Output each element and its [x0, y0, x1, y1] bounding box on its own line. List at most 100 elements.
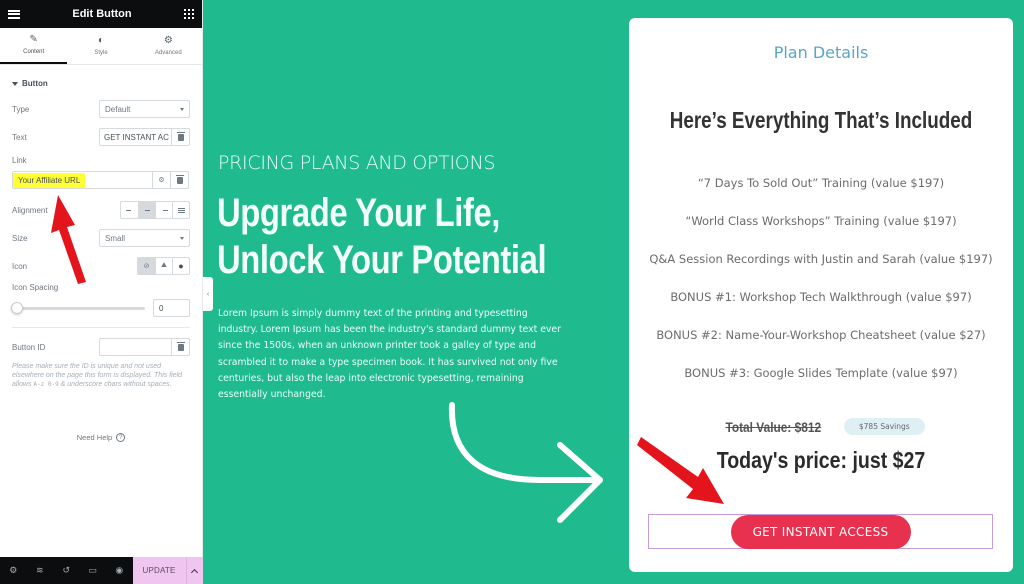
headline-line-1: Upgrade Your Life, — [217, 191, 501, 235]
hero-eyebrow: PRICING PLANS AND OPTIONS — [218, 152, 496, 174]
icon-none-button[interactable]: ⊘ — [138, 258, 155, 274]
feature-item: BONUS #1: Workshop Tech Walkthrough (val… — [670, 290, 972, 304]
database-icon — [176, 131, 185, 141]
align-left-icon — [126, 208, 133, 213]
icon-group: ⊘ ⛰ ● — [137, 257, 190, 275]
hamburger-menu-icon[interactable] — [8, 9, 20, 19]
help-icon: ? — [116, 433, 126, 442]
chevron-left-icon: ‹ — [206, 290, 210, 298]
tab-advanced[interactable]: ⚙ Advanced — [135, 28, 202, 64]
panel-footer: ⚙ ≋ ↺ ▭ ◉ UPDATE — [0, 557, 203, 584]
link-label-row: Link — [0, 156, 202, 165]
text-value: GET INSTANT AC — [104, 132, 169, 142]
icon-label: Icon — [12, 261, 28, 271]
link-value: Your Affiliate URL — [13, 172, 152, 188]
section-title: Button — [22, 79, 48, 88]
panel-tabs: ✎ Content ◐ Style ⚙ Advanced — [0, 28, 202, 65]
need-help-label: Need Help — [76, 433, 113, 442]
feature-list: “7 Days To Sold Out” Training (value $19… — [629, 176, 1013, 404]
chevron-down-icon — [180, 107, 184, 111]
layers-icon[interactable]: ≋ — [27, 557, 54, 584]
type-select[interactable]: Default — [99, 100, 190, 118]
alignment-row: Alignment — [0, 201, 202, 219]
plan-card: Plan Details Here’s Everything That’s In… — [629, 18, 1013, 572]
tab-style[interactable]: ◐ Style — [67, 28, 134, 64]
hero-headline: Upgrade Your Life, Unlock Your Potential — [217, 190, 547, 284]
button-id-input[interactable] — [99, 338, 190, 356]
dynamic-tags-button[interactable] — [170, 172, 188, 188]
need-help-link[interactable]: Need Help ? — [0, 433, 202, 442]
savings-badge: $785 Savings — [843, 418, 925, 435]
link-label: Link — [12, 156, 27, 165]
note-code: A-z 0-9 — [33, 381, 59, 388]
responsive-icon[interactable]: ▭ — [80, 557, 107, 584]
chevron-up-icon — [190, 568, 199, 576]
editor-panel: Edit Button ✎ Content ◐ Style ⚙ Advanced… — [0, 0, 203, 584]
save-options-button[interactable] — [185, 557, 203, 584]
align-right-icon — [161, 208, 168, 213]
align-left-button[interactable] — [121, 202, 138, 218]
tab-content-label: Content — [23, 49, 45, 55]
curved-arrow-icon — [448, 402, 603, 523]
chevron-down-icon — [180, 236, 184, 240]
database-icon — [175, 174, 184, 184]
link-input[interactable]: Your Affiliate URL ⚙ — [12, 171, 189, 189]
align-right-button[interactable] — [155, 202, 172, 218]
icon-upload-button[interactable]: ⛰ — [155, 258, 172, 274]
panel-header: Edit Button — [0, 0, 202, 28]
button-id-note: Please make sure the ID is unique and no… — [0, 356, 202, 389]
link-options-button[interactable]: ⚙ — [152, 172, 170, 188]
cta-widget-outline: GET INSTANT ACCESS — [648, 514, 993, 549]
settings-icon[interactable]: ⚙ — [0, 557, 27, 584]
tab-advanced-label: Advanced — [154, 50, 182, 56]
feature-item: BONUS #3: Google Slides Template (value … — [684, 366, 958, 380]
headline-line-2: Unlock Your Potential — [217, 238, 547, 282]
icon-spacing-slider[interactable] — [11, 301, 145, 314]
link-highlight: Your Affiliate URL — [13, 172, 86, 188]
get-instant-access-button[interactable]: GET INSTANT ACCESS — [730, 514, 911, 549]
divider — [12, 327, 190, 328]
tab-content[interactable]: ✎ Content — [0, 28, 68, 64]
feature-item: Q&A Session Recordings with Justin and S… — [649, 252, 993, 266]
size-value: Small — [105, 233, 126, 243]
ban-icon: ⊘ — [143, 263, 150, 270]
alignment-group — [120, 201, 190, 219]
align-justify-button[interactable] — [172, 202, 189, 218]
size-select[interactable]: Small — [99, 229, 190, 247]
icon-spacing-input[interactable]: 0 — [153, 299, 190, 317]
feature-item: BONUS #2: Name-Your-Workshop Cheatsheet … — [656, 328, 986, 342]
text-row: Text GET INSTANT AC — [0, 128, 202, 146]
today-price: Today's price: just $27 — [716, 447, 926, 473]
update-button[interactable]: UPDATE — [132, 557, 186, 584]
align-center-icon — [144, 208, 151, 213]
gear-icon: ⚙ — [163, 35, 173, 46]
section-button-toggle[interactable]: Button — [0, 65, 202, 98]
hero-body: Lorem Ipsum is simply dummy text of the … — [218, 308, 561, 401]
type-value: Default — [105, 104, 131, 114]
preview-icon[interactable]: ◉ — [106, 557, 133, 584]
slider-thumb[interactable] — [11, 301, 23, 314]
note-text-end: & underscore chars without spaces. — [58, 381, 172, 388]
tab-style-label: Style — [94, 50, 108, 56]
dynamic-tags-button[interactable] — [171, 129, 189, 145]
widgets-grid-icon[interactable] — [183, 9, 194, 19]
contrast-icon: ◐ — [97, 35, 105, 46]
feature-item: “7 Days To Sold Out” Training (value $19… — [697, 176, 945, 190]
align-justify-icon — [177, 207, 185, 213]
plan-label: Plan Details — [773, 43, 869, 62]
icon-spacing-label: Icon Spacing — [12, 283, 59, 292]
dynamic-tags-button[interactable] — [171, 339, 189, 355]
collapse-panel-button[interactable]: ‹ — [203, 277, 213, 311]
history-icon[interactable]: ↺ — [53, 557, 80, 584]
type-row: Type Default — [0, 100, 202, 118]
text-label: Text — [12, 132, 27, 142]
icon-library-button[interactable]: ● — [172, 258, 189, 274]
pencil-icon: ✎ — [29, 34, 38, 45]
align-center-button[interactable] — [138, 202, 155, 218]
plan-heading: Here’s Everything That’s Included — [669, 107, 973, 133]
icon-spacing-control: 0 — [0, 299, 202, 317]
button-id-label: Button ID — [12, 342, 46, 352]
caret-down-icon — [12, 81, 18, 86]
icon-spacing-label-row: Icon Spacing — [0, 283, 202, 292]
text-input[interactable]: GET INSTANT AC — [99, 128, 190, 146]
